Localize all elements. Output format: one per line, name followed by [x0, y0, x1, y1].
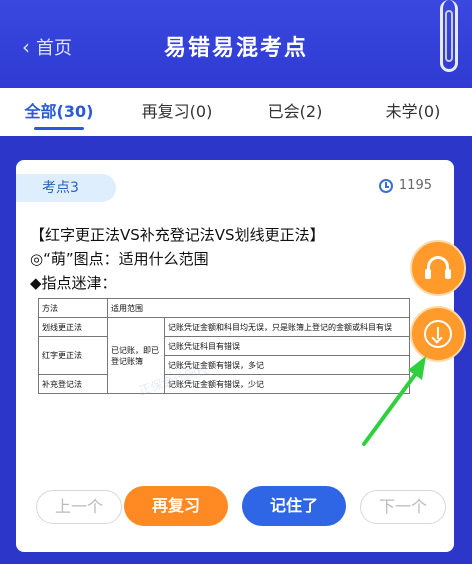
- annotation-arrow-head: [408, 356, 426, 380]
- annotation-arrow-shaft: [362, 366, 422, 446]
- annotation-arrow: [362, 356, 426, 446]
